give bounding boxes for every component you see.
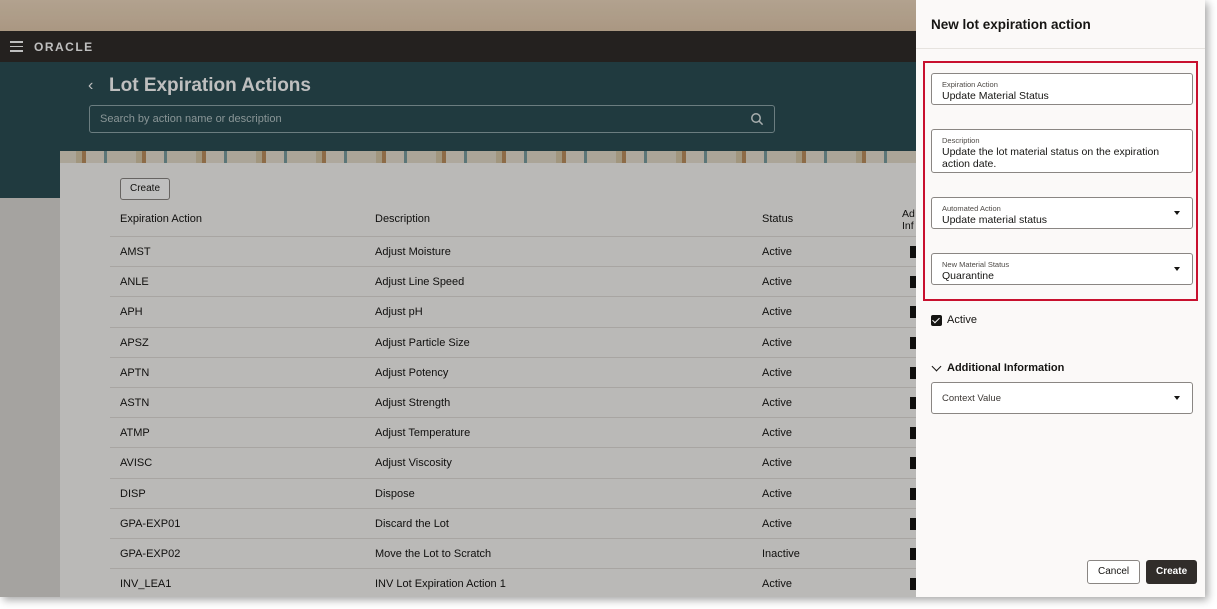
field-value: Update Material Status [942, 90, 1049, 102]
chevron-down-icon[interactable] [1174, 396, 1180, 400]
active-checkbox[interactable] [931, 315, 942, 326]
divider [916, 48, 1205, 49]
chevron-down-icon[interactable] [1174, 211, 1180, 215]
field-value: Update material status [942, 214, 1048, 226]
modal-overlay [0, 31, 916, 597]
field-label: Description [942, 136, 980, 145]
chevron-down-icon[interactable] [1174, 267, 1180, 271]
automated-action-select[interactable]: Automated Action Update material status [931, 197, 1193, 229]
field-label: Automated Action [942, 204, 1001, 213]
context-value-placeholder: Context Value [942, 393, 1001, 404]
context-value-select[interactable]: Context Value [931, 382, 1193, 414]
field-label: New Material Status [942, 260, 1010, 269]
description-field[interactable]: Description Update the lot material stat… [931, 129, 1193, 173]
create-submit-button[interactable]: Create [1146, 560, 1198, 584]
chevron-down-icon[interactable] [931, 361, 942, 372]
new-action-drawer: New lot expiration action Expiration Act… [916, 0, 1205, 597]
field-value: Update the lot material status on the ex… [942, 146, 1160, 170]
additional-info-header[interactable]: Additional Information [947, 362, 1064, 374]
app-window: ORACLE ‹ Lot Expiration Actions Search b… [0, 0, 1205, 597]
cancel-button[interactable]: Cancel [1087, 560, 1141, 584]
field-label: Expiration Action [942, 80, 998, 89]
expiration-action-field[interactable]: Expiration Action Update Material Status [931, 73, 1193, 105]
new-material-status-select[interactable]: New Material Status Quarantine [931, 253, 1193, 285]
drawer-title: New lot expiration action [931, 17, 1091, 32]
field-value: Quarantine [942, 270, 994, 282]
modal-overlay-top [0, 0, 916, 31]
active-label[interactable]: Active [947, 314, 977, 326]
